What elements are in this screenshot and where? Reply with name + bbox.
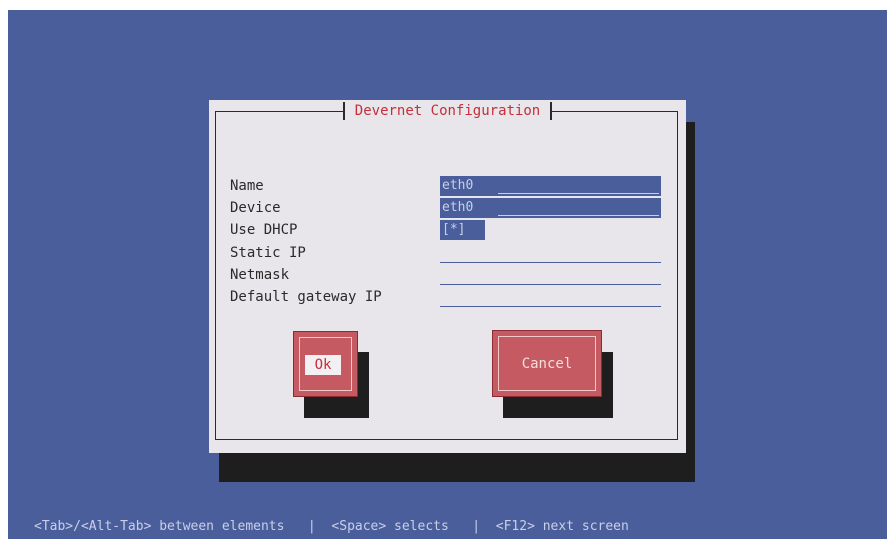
static-ip-label: Static IP <box>230 245 306 261</box>
device-field[interactable]: eth0 <box>440 198 661 218</box>
keyboard-hints: <Tab>/<Alt-Tab> between elements | <Spac… <box>34 519 629 534</box>
default-gateway-field[interactable] <box>440 287 661 307</box>
device-label: Device <box>230 200 281 216</box>
dialog-title: Devernet Configuration <box>209 102 686 120</box>
dialog-title-text: Devernet Configuration <box>342 102 553 120</box>
terminal-screen: Devernet Configuration Name Device Use D… <box>8 10 887 539</box>
cancel-button-label: Cancel <box>521 356 573 372</box>
cancel-button[interactable]: Cancel <box>492 330 602 397</box>
name-field-value: eth0 <box>442 178 474 193</box>
network-config-dialog: Devernet Configuration Name Device Use D… <box>209 100 686 453</box>
ok-button-label: Ok <box>305 355 341 375</box>
use-dhcp-checkbox-value: [*] <box>442 222 466 237</box>
name-field[interactable]: eth0 <box>440 176 661 196</box>
use-dhcp-checkbox[interactable]: [*] <box>440 220 485 240</box>
static-ip-field[interactable] <box>440 243 661 263</box>
name-field-underline <box>498 193 659 194</box>
default-gateway-label: Default gateway IP <box>230 289 382 305</box>
netmask-label: Netmask <box>230 267 290 283</box>
name-label: Name <box>230 178 264 194</box>
ok-button[interactable]: Ok <box>293 331 358 397</box>
netmask-field[interactable] <box>440 265 661 285</box>
use-dhcp-label: Use DHCP <box>230 222 298 238</box>
device-field-underline <box>498 215 659 216</box>
device-field-value: eth0 <box>442 200 474 215</box>
